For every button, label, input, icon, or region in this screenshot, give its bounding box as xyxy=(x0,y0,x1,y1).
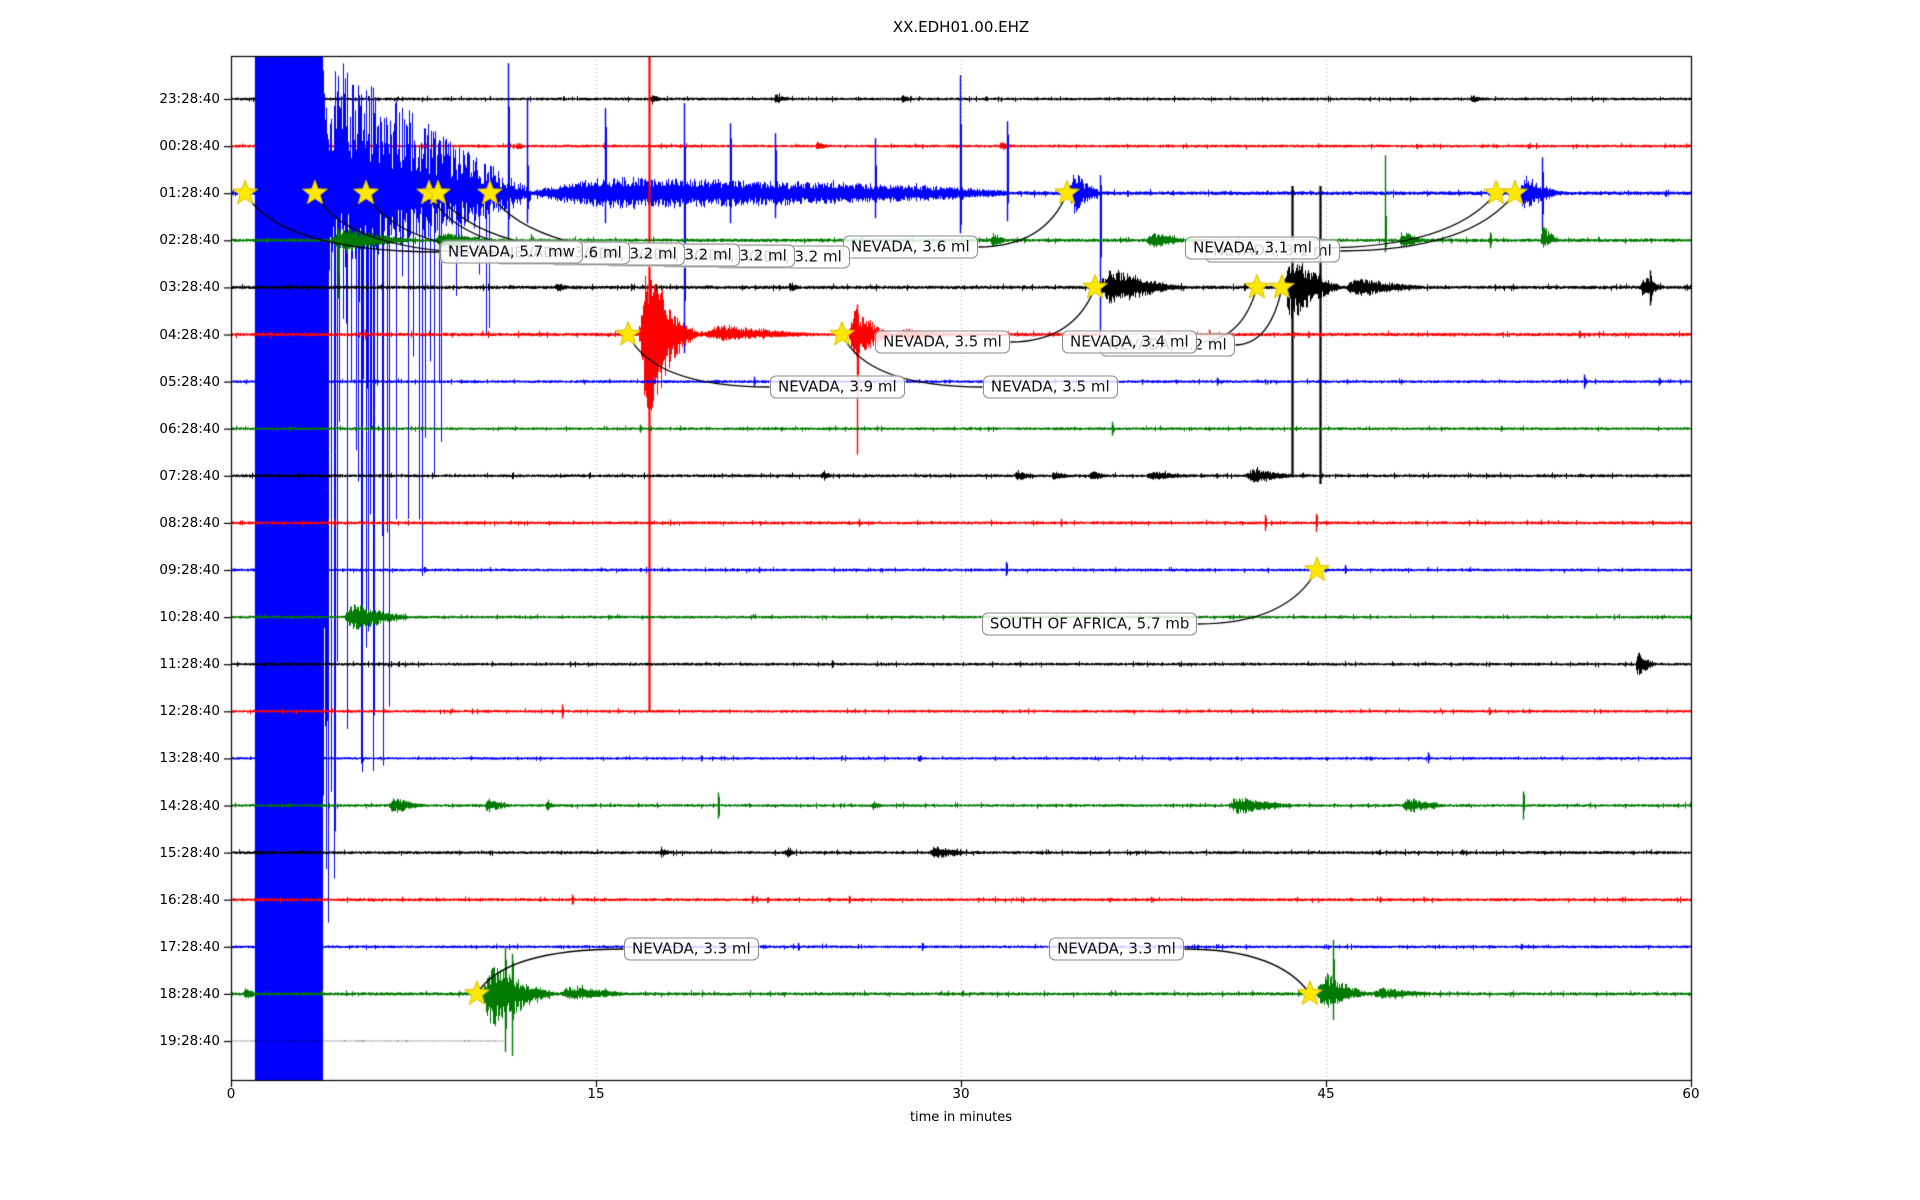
x-axis-label: time in minutes xyxy=(909,1110,1013,1125)
event-annotation-label: NEVADA, 3.5 ml xyxy=(875,330,1010,354)
y-tick-label: 02:28:40 xyxy=(159,232,220,249)
x-tick-label: 0 xyxy=(226,1086,236,1102)
x-tick-label: 15 xyxy=(587,1086,605,1102)
y-tick-label: 16:28:40 xyxy=(159,891,220,908)
event-annotation-label: NEVADA, 3.5 ml xyxy=(982,375,1118,399)
seismogram-canvas xyxy=(0,0,1920,1200)
y-tick-label: 10:28:40 xyxy=(159,609,220,626)
event-annotation-label: NEVADA, 3.3 ml xyxy=(1049,937,1184,961)
y-tick-label: 09:28:40 xyxy=(159,562,220,578)
event-annotation-label: NEVADA, 3.1 ml xyxy=(1185,236,1320,260)
x-tick-label: 45 xyxy=(1317,1086,1335,1102)
y-tick-label: 15:28:40 xyxy=(159,844,220,861)
y-tick-label: 23:28:40 xyxy=(159,91,220,107)
y-tick-label: 04:28:40 xyxy=(159,326,220,343)
y-tick-label: 19:28:40 xyxy=(159,1033,220,1049)
y-tick-label: 18:28:40 xyxy=(159,985,220,1002)
event-annotation-label: NEVADA, 5.7 mw xyxy=(440,240,583,264)
y-tick-label: 07:28:40 xyxy=(159,467,220,484)
y-tick-label: 08:28:40 xyxy=(159,514,220,531)
y-tick-label: 05:28:40 xyxy=(159,373,220,390)
y-tick-label: 17:28:40 xyxy=(159,938,220,955)
y-tick-label: 12:28:40 xyxy=(159,703,220,720)
y-tick-label: 13:28:40 xyxy=(159,750,220,767)
chart-title: XX.EDH01.00.EHZ xyxy=(892,18,1030,36)
x-tick-label: 60 xyxy=(1682,1086,1700,1102)
y-tick-label: 01:28:40 xyxy=(159,185,220,202)
event-annotation-label: SOUTH OF AFRICA, 5.7 mb xyxy=(981,612,1198,636)
x-tick-label: 30 xyxy=(952,1086,970,1102)
y-tick-label: 03:28:40 xyxy=(159,279,220,296)
y-tick-label: 14:28:40 xyxy=(159,797,220,814)
event-annotation-label: NEVADA, 3.4 ml xyxy=(1061,330,1197,354)
helicorder-figure: XX.EDH01.00.EHZ time in minutes 23:28:40… xyxy=(0,0,1920,1200)
event-annotation-label: NEVADA, 3.6 ml xyxy=(842,235,978,259)
y-tick-label: 00:28:40 xyxy=(159,138,220,155)
event-annotation-label: NEVADA, 3.3 ml xyxy=(623,937,759,961)
y-tick-label: 06:28:40 xyxy=(159,420,220,437)
y-tick-label: 11:28:40 xyxy=(159,656,220,673)
event-annotation-label: NEVADA, 3.9 ml xyxy=(769,375,905,399)
